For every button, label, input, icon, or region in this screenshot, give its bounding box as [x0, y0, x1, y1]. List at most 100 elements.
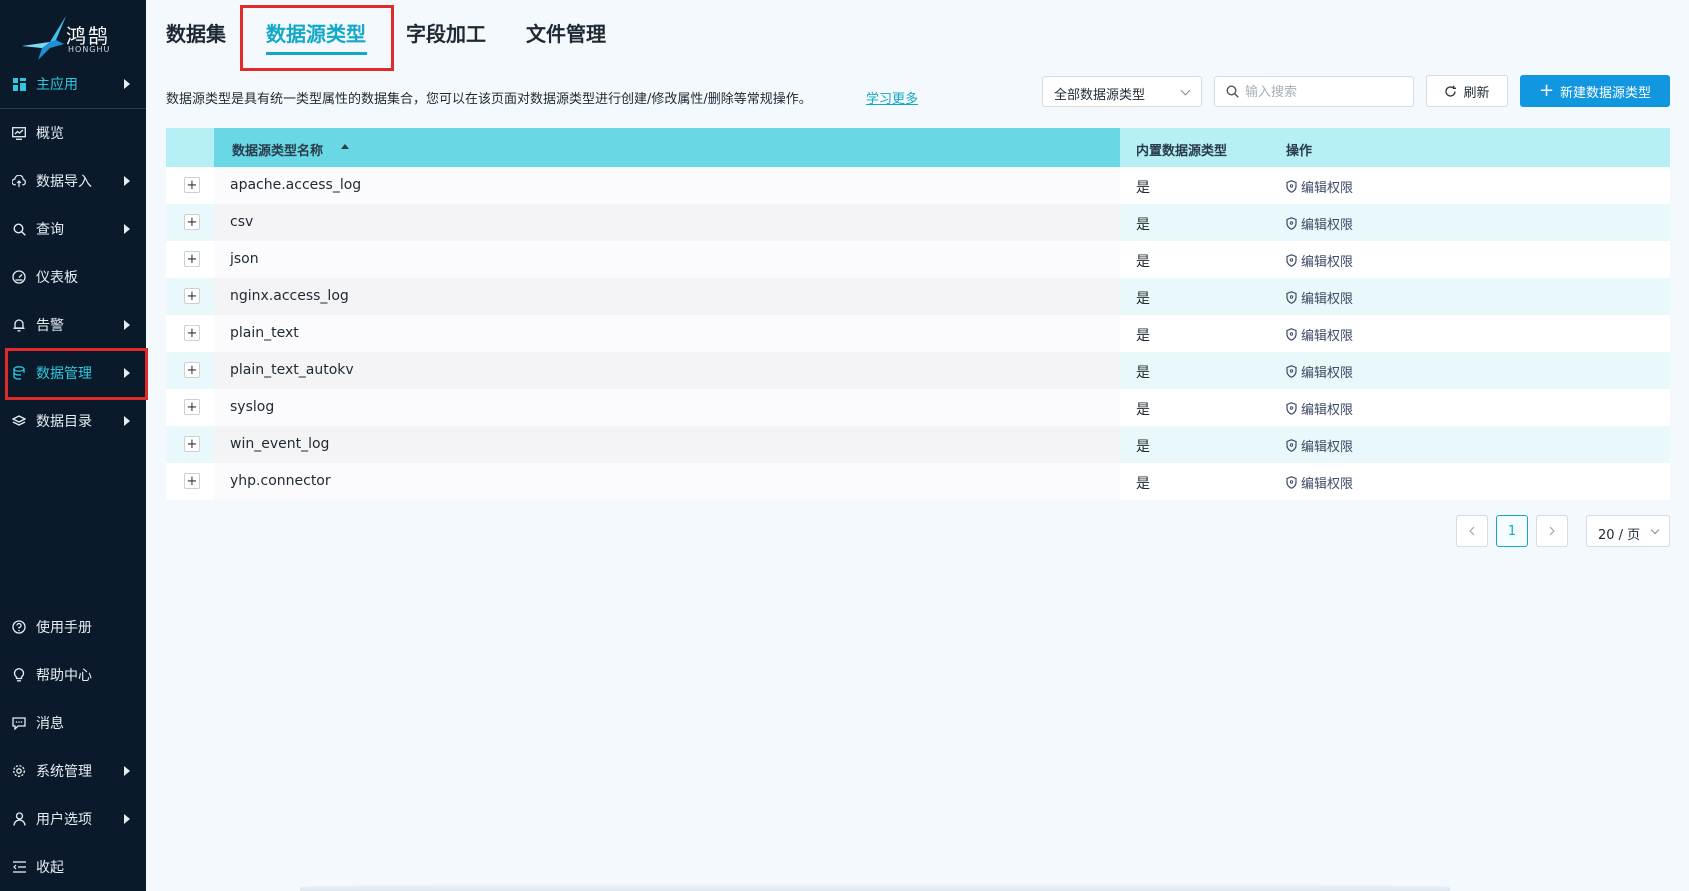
expand-row-button[interactable]: +	[184, 177, 200, 193]
edit-permission-label: 编辑权限	[1301, 218, 1354, 233]
sidebar-item-system-management[interactable]: 系统管理	[0, 751, 146, 791]
builtin-value: 是	[1136, 217, 1150, 233]
builtin-value: 是	[1136, 328, 1150, 344]
datasource-type-name: plain_text	[230, 325, 299, 341]
expand-row-button[interactable]: +	[184, 473, 200, 489]
sidebar-item-label: 数据目录	[36, 414, 92, 430]
search-input[interactable]	[1245, 83, 1405, 101]
shield-icon	[1286, 476, 1297, 489]
name-cell-bg	[214, 278, 1120, 315]
table-header: 数据源类型名称 内置数据源类型 操作	[166, 128, 1670, 167]
expand-row-button[interactable]: +	[184, 436, 200, 452]
tab-file-management[interactable]: 文件管理	[526, 18, 606, 47]
edit-permission-link[interactable]: 编辑权限	[1286, 362, 1353, 381]
chevron-right-icon	[124, 176, 130, 186]
column-header-name[interactable]: 数据源类型名称	[232, 140, 323, 159]
refresh-button[interactable]: 刷新	[1426, 75, 1508, 107]
column-header-builtin: 内置数据源类型	[1136, 144, 1228, 159]
datasource-type-name: apache.access_log	[230, 177, 362, 193]
cloud-upload-icon	[12, 174, 26, 188]
builtin-value: 是	[1136, 402, 1150, 418]
pagination-page-1[interactable]: 1	[1496, 515, 1528, 547]
edit-permission-label: 编辑权限	[1301, 181, 1354, 196]
learn-more-link[interactable]: 学习更多	[866, 88, 918, 107]
edit-permission-label: 编辑权限	[1301, 366, 1354, 381]
expand-row-button[interactable]: +	[184, 325, 200, 341]
pagination-next-button[interactable]	[1536, 515, 1568, 547]
datasource-type-table: 数据源类型名称 内置数据源类型 操作 + apache.access_log 是编辑…	[166, 128, 1670, 500]
monitor-chart-icon	[12, 126, 26, 140]
sidebar-item-data-catalog[interactable]: 数据目录	[0, 401, 146, 441]
builtin-value: 是	[1136, 291, 1150, 307]
edit-permission-label: 编辑权限	[1301, 477, 1354, 492]
sidebar-item-label: 查询	[36, 222, 64, 238]
sidebar-item-query[interactable]: 查询	[0, 209, 146, 249]
expand-row-button[interactable]: +	[184, 362, 200, 378]
edit-permission-link[interactable]: 编辑权限	[1286, 177, 1353, 196]
expand-row-button[interactable]: +	[184, 214, 200, 230]
sidebar-item-messages[interactable]: 消息	[0, 703, 146, 743]
name-cell-bg	[214, 241, 1120, 278]
shield-icon	[1286, 402, 1297, 415]
expand-row-button[interactable]: +	[184, 251, 200, 267]
sidebar-collapse-button[interactable]: 收起	[0, 847, 146, 887]
table-row: + csv 是 编辑权限	[166, 204, 1670, 241]
table-row: + syslog 是 编辑权限	[166, 389, 1670, 426]
edit-permission-link[interactable]: 编辑权限	[1286, 251, 1353, 270]
edit-permission-link[interactable]: 编辑权限	[1286, 399, 1353, 418]
tab-datasets[interactable]: 数据集	[166, 18, 226, 47]
edit-permission-link[interactable]: 编辑权限	[1286, 325, 1353, 344]
table-row: + nginx.access_log 是 编辑权限	[166, 278, 1670, 315]
pagination-prev-button[interactable]	[1456, 515, 1488, 547]
sidebar-item-label: 概览	[36, 126, 64, 142]
expand-row-button[interactable]: +	[184, 288, 200, 304]
sidebar-item-user-manual[interactable]: 使用手册	[0, 607, 146, 647]
edit-permission-link[interactable]: 编辑权限	[1286, 473, 1353, 492]
table-row: + yhp.connector 是 编辑权限	[166, 463, 1670, 500]
new-datasource-type-button[interactable]: + 新建数据源类型	[1520, 75, 1670, 107]
shield-icon	[1286, 217, 1297, 230]
edit-permission-link[interactable]: 编辑权限	[1286, 214, 1353, 233]
message-icon	[12, 716, 26, 730]
sidebar-item-label: 告警	[36, 318, 64, 334]
datasource-type-filter[interactable]: 全部数据源类型	[1042, 76, 1202, 107]
sidebar-item-label: 收起	[36, 860, 64, 876]
chevron-right-icon	[124, 814, 130, 824]
datasource-type-name: nginx.access_log	[230, 288, 349, 304]
chevron-down-icon	[1650, 525, 1660, 535]
name-cell-bg	[214, 463, 1120, 500]
sidebar-item-help-center[interactable]: 帮助中心	[0, 655, 146, 695]
sidebar: 鸿鹄 HONGHU 主应用 概览 数据导入 查询 仪表板 告警 数据管理 数据目…	[0, 0, 146, 891]
sidebar-item-dashboard[interactable]: 仪表板	[0, 257, 146, 297]
edit-permission-link[interactable]: 编辑权限	[1286, 436, 1353, 455]
sidebar-item-main-app[interactable]: 主应用	[0, 64, 146, 104]
page-size-value: 20 / 页	[1598, 528, 1641, 543]
builtin-value: 是	[1136, 365, 1150, 381]
bulb-icon	[12, 668, 26, 682]
expand-row-button[interactable]: +	[184, 399, 200, 415]
chevron-right-icon	[124, 320, 130, 330]
highlight-box-tab	[240, 5, 394, 71]
dashboard-grid-icon	[12, 77, 26, 91]
search-box[interactable]	[1214, 76, 1414, 107]
sidebar-item-label: 系统管理	[36, 764, 92, 780]
sidebar-item-overview[interactable]: 概览	[0, 113, 146, 153]
question-circle-icon	[12, 620, 26, 634]
refresh-label: 刷新	[1463, 85, 1490, 101]
page-size-select[interactable]: 20 / 页	[1586, 515, 1670, 547]
sort-ascending-icon[interactable]	[341, 144, 349, 149]
shield-icon	[1286, 180, 1297, 193]
refresh-icon	[1445, 85, 1457, 97]
table-row: + plain_text 是 编辑权限	[166, 315, 1670, 352]
sidebar-item-alerts[interactable]: 告警	[0, 305, 146, 345]
sidebar-item-label: 主应用	[36, 77, 78, 93]
sidebar-item-user-options[interactable]: 用户选项	[0, 799, 146, 839]
chevron-right-icon	[124, 224, 130, 234]
shield-icon	[1286, 328, 1297, 341]
sidebar-item-data-import[interactable]: 数据导入	[0, 161, 146, 201]
highlight-box-sidebar	[5, 348, 148, 400]
edit-permission-link[interactable]: 编辑权限	[1286, 288, 1353, 307]
tab-field-processing[interactable]: 字段加工	[406, 18, 486, 47]
table-row: + json 是 编辑权限	[166, 241, 1670, 278]
datasource-type-name: yhp.connector	[230, 473, 331, 489]
